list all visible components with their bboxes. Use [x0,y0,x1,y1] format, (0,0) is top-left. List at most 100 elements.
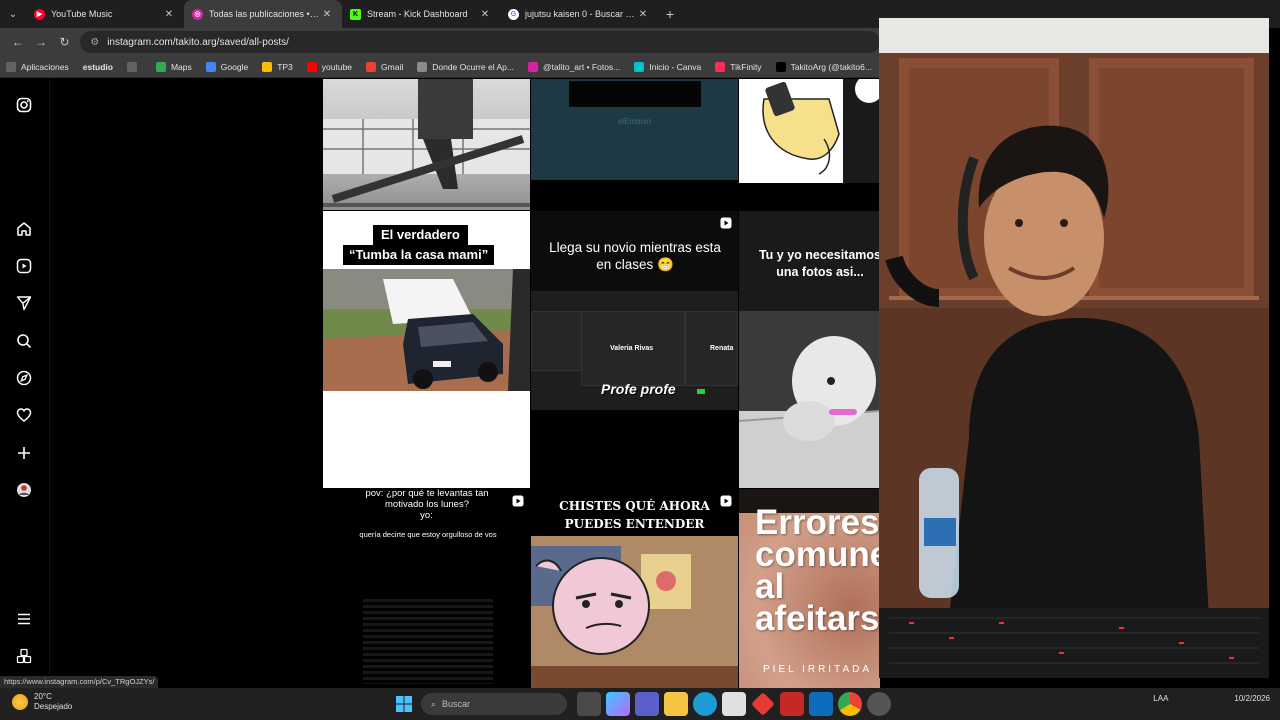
forward-arrow-icon[interactable]: → [29,30,52,54]
close-tab-icon[interactable]: ✕ [320,9,334,20]
outlook-icon[interactable] [809,692,833,716]
tab-google-search[interactable]: G jujutsu kaisen 0 - Buscar con Go ✕ [500,0,658,28]
bookmark-favicon-icon [527,61,538,72]
bookmark-favicon-icon [205,61,216,72]
edge-icon[interactable] [693,692,717,716]
post-tumba-la-casa[interactable]: El verdadero “Tumba la casa mami” [323,211,530,488]
saved-posts-grid: elEmbolo El verdadero “Tumba la casa mam… [323,79,880,688]
windows-start-icon[interactable] [392,692,416,716]
heart-icon[interactable] [14,405,34,425]
post-tu-y-yo[interactable]: Tu y yo necesitamos una fotos asi... [739,211,880,488]
bookmark-favicon-icon [262,61,273,72]
close-tab-icon[interactable]: ✕ [636,9,650,20]
bookmark-item[interactable]: TikFinity [715,61,762,72]
bookmark-item[interactable]: Gmail [366,61,403,72]
address-url: instagram.com/takito.arg/saved/all-posts… [107,36,289,48]
post-video-dark[interactable]: elEmbolo [531,79,738,180]
explore-icon[interactable] [14,368,34,388]
copilot-icon[interactable] [606,692,630,716]
search-icon: ⌕ [431,698,437,709]
post-chistes[interactable]: CHISTES QUÉ AHORA PUEDES ENTENDER [531,489,738,688]
store-icon[interactable] [722,692,746,716]
post-caption-line2: “Tumba la casa mami” [343,245,495,265]
post-image-treadmill [323,79,530,207]
tab-title: YouTube Music [51,9,113,19]
post-image-car [323,269,530,391]
app-red-icon[interactable] [751,692,775,716]
youtube-music-favicon: ▶ [34,8,45,20]
teams-icon[interactable] [635,692,659,716]
new-tab-button[interactable]: + [658,0,682,28]
back-arrow-icon[interactable]: ← [6,30,29,54]
tab-youtube-music[interactable]: ▶ YouTube Music ✕ [26,0,184,28]
bookmark-label: Aplicaciones [21,61,69,72]
weather-widget[interactable]: 20°C Despejado [12,692,72,712]
post-cartoon-dog[interactable] [739,79,880,183]
bookmark-item[interactable]: Donde Ocurre el Ap... [417,61,514,72]
post-image-blinds [363,599,493,684]
file-explorer-icon[interactable] [664,692,688,716]
bookmarks-bar: Aplicaciones estudio Maps Google TP3 youtube G… [0,56,880,78]
post-pov-lunes[interactable]: pov: ¿por qué te levantas tan motivado l… [323,489,530,688]
post-watermark: elEmbolo [617,117,652,126]
post-errores-afeitarse[interactable]: Errores comunes al afeitarse PIEL IRRITA… [739,489,880,688]
bookmark-label: Donde Ocurre el Ap... [432,61,514,72]
post-llega-su-novio[interactable]: Llega su novio mientras esta en clases 😁… [531,211,738,410]
post-caption: Tu y yo necesitamos una fotos asi... [758,248,880,279]
post-caption: Errores comunes al afeitarse [755,503,880,638]
bookmark-item[interactable]: Google [205,61,248,72]
tab-search-button[interactable]: ⌄ [0,0,26,28]
tab-kick-dashboard[interactable]: K Stream - Kick Dashboard ✕ [342,0,500,28]
site-info-icon[interactable]: ⚙ [90,37,99,48]
instagram-sidebar [0,79,50,688]
webcam-overlay [879,18,1269,678]
create-icon[interactable] [14,443,34,463]
bookmark-item[interactable]: Aplicaciones [6,61,69,72]
tab-title: jujutsu kaisen 0 - Buscar con Go [525,9,636,19]
post-caption: CHISTES QUÉ AHORA PUEDES ENTENDER [559,499,710,531]
bookmark-item[interactable]: Maps [155,61,192,72]
bookmark-favicon-icon [634,61,645,72]
reel-icon [720,217,732,229]
input-language[interactable]: LAA [1153,694,1168,703]
bookmark-item[interactable] [126,61,142,72]
bookmark-favicon-icon [715,61,726,72]
bookmark-item[interactable]: Inicio - Canva [634,61,701,72]
participant-name: Valeria Rivas [610,345,654,352]
bookmark-item[interactable]: estudio [83,62,113,72]
weather-temp: 20°C [34,692,52,701]
profile-avatar[interactable] [14,480,34,500]
more-apps-icon[interactable] [14,646,34,666]
send-icon[interactable] [14,293,34,313]
home-icon[interactable] [14,219,34,239]
close-tab-icon[interactable]: ✕ [162,9,176,20]
bookmark-item[interactable]: TakitoArg (@takito6... [775,61,872,72]
taskbar-search-placeholder: Buscar [442,699,471,709]
settings-gear-icon[interactable] [867,692,891,716]
search-icon[interactable] [14,331,34,351]
instagram-favicon: ◎ [192,8,203,20]
browser-toolbar: ← → ↻ ⚙ instagram.com/takito.arg/saved/a… [0,28,881,56]
participant-name: Renata [710,345,734,352]
close-tab-icon[interactable]: ✕ [478,9,492,20]
bookmark-label: Maps [170,61,192,72]
menu-icon[interactable] [14,609,34,629]
bookmark-favicon-icon [155,61,166,72]
bookmark-item[interactable]: TP3 [262,61,293,72]
reels-icon[interactable] [14,256,34,276]
tab-instagram[interactable]: ◎ Todas las publicaciones • Instagr ✕ [184,0,342,28]
system-tray: LAA 10/2/2026 [1153,694,1270,703]
bookmark-item[interactable]: @talito_art • Fotos... [527,61,621,72]
post-video-frame [569,81,701,107]
bookmark-label: @talito_art • Fotos... [542,61,621,72]
reload-icon[interactable]: ↻ [53,30,76,54]
bookmark-item[interactable]: youtube [306,61,352,72]
app-shield-icon[interactable] [780,692,804,716]
address-bar[interactable]: ⚙ instagram.com/takito.arg/saved/all-pos… [80,31,881,53]
post-treadmill[interactable] [323,79,530,210]
instagram-logo-icon[interactable] [14,95,34,115]
clock-date[interactable]: 10/2/2026 [1234,694,1270,703]
taskbar-search-box[interactable]: ⌕ Buscar [421,693,567,715]
task-view-icon[interactable] [577,692,601,716]
chrome-icon[interactable] [838,692,862,716]
